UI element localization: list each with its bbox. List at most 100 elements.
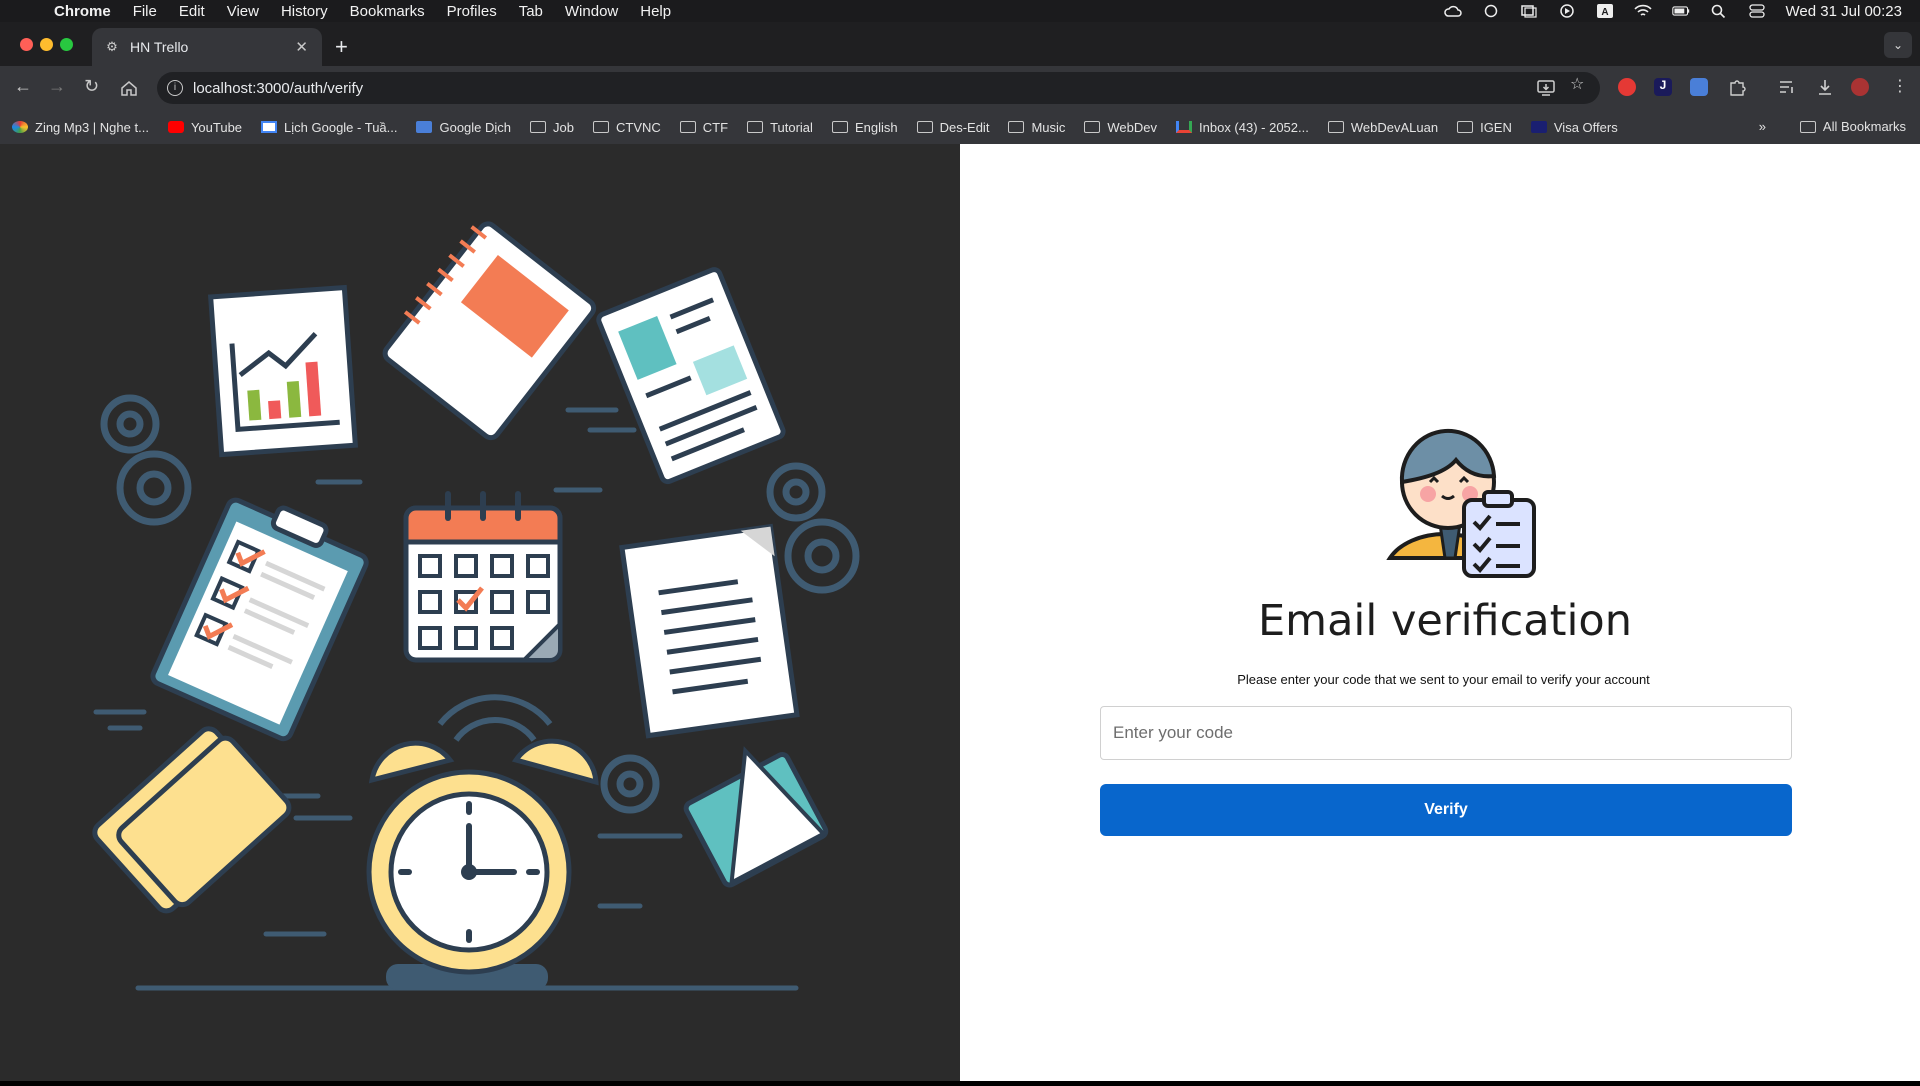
folder-icon	[679, 121, 696, 133]
verify-button[interactable]: Verify	[1100, 784, 1792, 836]
gmail-icon	[1176, 121, 1193, 133]
bookmark-gmail-inbox[interactable]: Inbox (43) - 2052...	[1176, 120, 1309, 135]
bookmark-folder-webdevaluan[interactable]: WebDevALuan	[1327, 119, 1439, 135]
play-icon[interactable]	[1558, 4, 1576, 18]
google-translate-icon	[416, 121, 433, 133]
menu-profiles[interactable]: Profiles	[447, 3, 497, 20]
folder-icon	[1799, 120, 1816, 133]
text-document	[619, 523, 800, 739]
address-bar[interactable]: i localhost:3000/auth/verify	[157, 72, 1600, 104]
google-translate-icon[interactable]	[1690, 78, 1708, 96]
battery-icon[interactable]	[1671, 4, 1690, 18]
bookmark-zing-mp3[interactable]: Zing Mp3 | Nghe t...	[12, 120, 149, 135]
productivity-illustration	[92, 221, 860, 991]
tab-hn-trello[interactable]: ⚙ HN Trello ✕	[92, 28, 322, 66]
sync-icon[interactable]	[1482, 4, 1500, 18]
address-url[interactable]: localhost:3000/auth/verify	[193, 80, 363, 97]
menubar-status-area: A Wed 31 Jul 00:23	[1443, 0, 1902, 22]
menubar-clock[interactable]: Wed 31 Jul 00:23	[1786, 3, 1902, 20]
menu-view[interactable]: View	[227, 3, 259, 20]
minimize-window-button[interactable]	[40, 38, 53, 51]
macos-menubar: Chrome File Edit View History Bookmarks …	[0, 0, 1920, 22]
new-tab-icon[interactable]: +	[335, 34, 348, 60]
bookmarks-overflow-chevron-icon[interactable]: »	[1759, 119, 1766, 134]
folder-icon	[1084, 121, 1101, 133]
bookmark-folder-tutorial[interactable]: Tutorial	[747, 120, 813, 135]
bookmark-label: Des-Edit	[939, 119, 990, 135]
spotlight-search-icon[interactable]	[1710, 4, 1728, 18]
menu-window[interactable]: Window	[565, 3, 618, 20]
close-window-button[interactable]	[20, 38, 33, 51]
browser-chrome: ⚙ HN Trello ✕ + ⌄ ← → ↻ i localhost:3000…	[0, 22, 1920, 144]
notebook-icon	[382, 221, 597, 441]
bookmark-folder-igen[interactable]: IGEN	[1457, 120, 1512, 135]
menu-app-name[interactable]: Chrome	[54, 3, 111, 20]
folder-icon	[831, 121, 848, 133]
folder-illustration-icon	[92, 726, 292, 914]
bookmark-label: Lịch Google - Tuầ...	[284, 119, 398, 135]
menu-help[interactable]: Help	[640, 3, 671, 20]
forward-icon[interactable]: →	[48, 76, 66, 97]
cloud-icon[interactable]	[1443, 4, 1462, 18]
visa-icon	[1530, 121, 1547, 133]
bookmark-visa-offers[interactable]: Visa Offers	[1530, 119, 1618, 135]
tab-favicon-icon: ⚙	[106, 39, 118, 54]
bookmark-folder-music[interactable]: Music	[1008, 120, 1065, 135]
bookmark-label: Visa Offers	[1553, 119, 1618, 135]
folder-icon	[747, 121, 764, 133]
google-calendar-icon	[261, 121, 278, 133]
bookmark-folder-ctvnc[interactable]: CTVNC	[593, 120, 661, 135]
verification-avatar	[1360, 398, 1540, 578]
bookmark-label: IGEN	[1480, 119, 1512, 135]
install-app-icon[interactable]	[1537, 80, 1555, 96]
extensions-puzzle-icon[interactable]	[1728, 78, 1746, 96]
menu-bookmarks[interactable]: Bookmarks	[350, 3, 425, 20]
extension-j-icon[interactable]: J	[1654, 78, 1672, 96]
wifi-icon[interactable]	[1633, 4, 1652, 18]
bookmark-label: Inbox (43) - 2052...	[1199, 119, 1309, 135]
input-source-icon[interactable]: A	[1596, 4, 1614, 18]
tab-search-chevron-icon[interactable]: ⌄	[1884, 32, 1912, 58]
extension-red-icon[interactable]	[1618, 78, 1636, 96]
bookmark-label: Music	[1031, 119, 1066, 135]
folder-icon	[1457, 121, 1474, 133]
menu-edit[interactable]: Edit	[179, 3, 205, 20]
bookmark-youtube[interactable]: YouTube	[167, 120, 242, 135]
bookmark-folder-des-edit[interactable]: Des-Edit	[916, 119, 990, 135]
bookmark-google-translate[interactable]: Google Dịch	[416, 120, 511, 135]
folder-icon	[530, 121, 547, 133]
profile-avatar[interactable]	[1851, 78, 1869, 96]
control-center-icon[interactable]	[1748, 4, 1766, 18]
reading-list-icon[interactable]	[1778, 78, 1796, 96]
growth-chart-paper	[207, 284, 359, 458]
tab-strip: ⚙ HN Trello ✕ + ⌄	[0, 22, 1920, 66]
maximize-window-button[interactable]	[60, 38, 73, 51]
bookmark-label: CTF	[702, 119, 729, 135]
windows-icon[interactable]	[1520, 4, 1538, 18]
bookmark-folder-job[interactable]: Job	[530, 120, 574, 135]
bookmark-folder-english[interactable]: English	[831, 119, 898, 135]
bookmark-folder-ctf[interactable]: CTF	[679, 119, 729, 135]
illustration-panel	[0, 144, 960, 1081]
home-icon[interactable]	[120, 79, 138, 97]
page-title: Email verification	[1258, 596, 1632, 646]
verification-code-input[interactable]	[1100, 706, 1792, 760]
downloads-icon[interactable]	[1816, 78, 1834, 96]
menu-file[interactable]: File	[133, 3, 157, 20]
all-bookmarks[interactable]: All Bookmarks	[1823, 119, 1906, 134]
site-info-icon[interactable]: i	[167, 80, 183, 96]
bookmark-label: WebDevALuan	[1350, 119, 1439, 135]
bookmark-label: Tutorial	[770, 119, 813, 135]
bookmark-label: English	[854, 119, 898, 135]
bookmark-google-calendar[interactable]: Lịch Google - Tuầ...	[261, 120, 397, 135]
svg-text:A: A	[1601, 7, 1608, 18]
folder-icon	[1327, 121, 1344, 133]
bookmark-star-icon[interactable]: ☆	[1570, 74, 1584, 94]
close-tab-icon[interactable]: ✕	[295, 38, 308, 56]
back-icon[interactable]: ←	[14, 76, 32, 97]
bookmark-folder-webdev[interactable]: WebDev	[1084, 120, 1157, 135]
menu-history[interactable]: History	[281, 3, 328, 20]
menu-tab[interactable]: Tab	[519, 3, 543, 20]
reload-icon[interactable]: ↻	[84, 76, 99, 97]
chrome-menu-icon[interactable]: ⋮	[1892, 76, 1908, 96]
